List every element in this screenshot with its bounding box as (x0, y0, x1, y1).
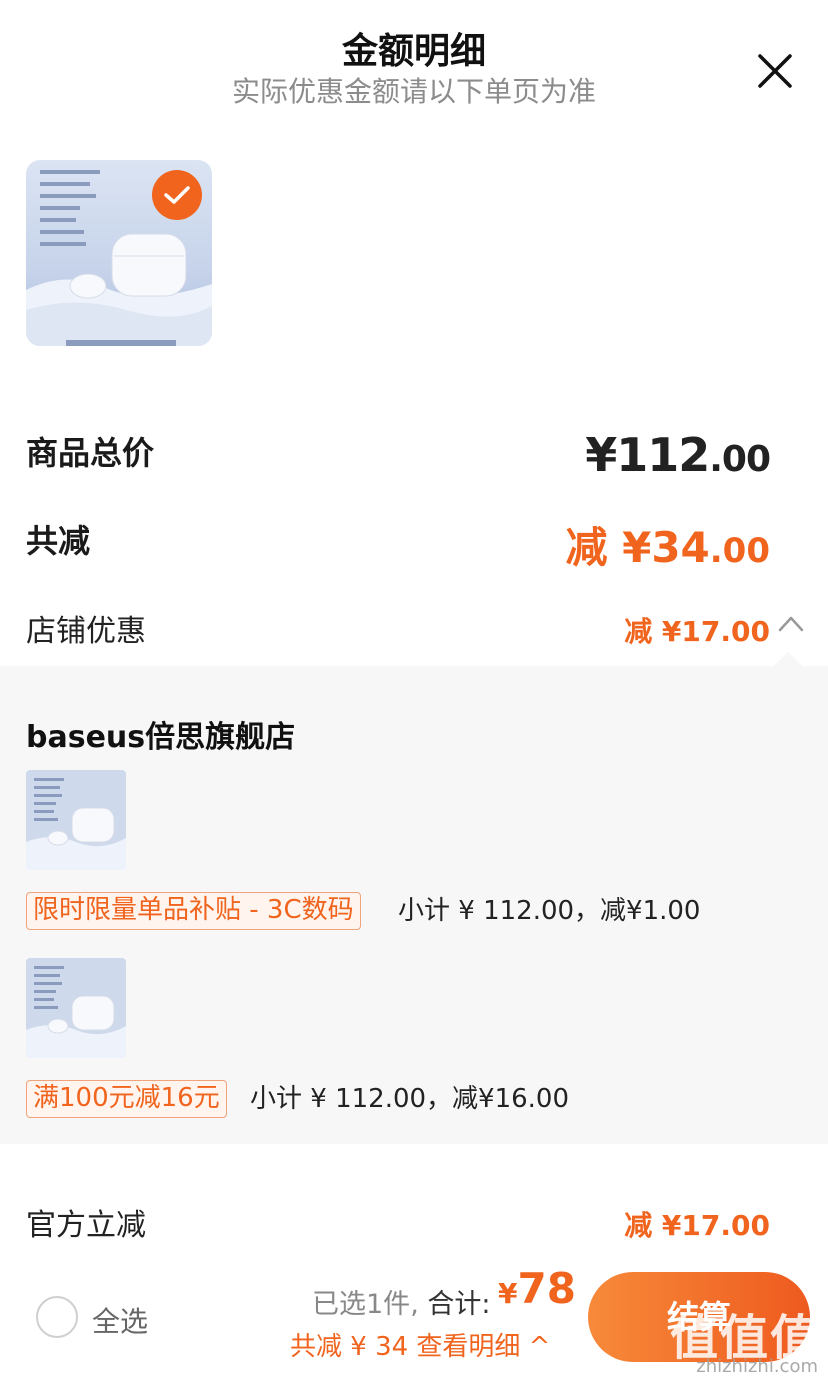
shop-discount-value[interactable]: 减 ¥17.00 (624, 610, 770, 650)
sum-currency: ¥ (498, 1277, 518, 1310)
total-price-cents: .00 (709, 439, 771, 480)
promo-product-thumb[interactable] (26, 770, 126, 870)
official-discount-value: 减 ¥17.00 (624, 1209, 770, 1242)
discount-total-value: 减 ¥34.00 (565, 514, 770, 575)
sum-amount: ¥78 (498, 1264, 576, 1313)
view-details-link[interactable]: 共减 ¥ 34 查看明细 ^ (290, 1326, 550, 1363)
promo-tag-threshold: 满100元减16元 (26, 1080, 227, 1118)
watermark-url: zhizhizhi.com (696, 1356, 818, 1377)
page-title: 金额明细 (341, 31, 486, 72)
total-price-label: 商品总价 (26, 434, 155, 472)
shop-discount-toggle[interactable] (776, 612, 806, 636)
page-subtitle: 实际优惠金额请以下单页为准 (231, 75, 596, 108)
discount-total-label: 共减 (26, 522, 91, 560)
select-all-radio[interactable] (36, 1296, 78, 1338)
select-all-label[interactable]: 全选 (92, 1300, 148, 1340)
official-discount-label: 官方立减 (26, 1208, 146, 1243)
total-word: 合计: (427, 1289, 491, 1320)
discount-total-main: 减 ¥34 (565, 523, 710, 572)
total-price-main: ¥112 (585, 428, 710, 482)
selected-check-badge[interactable] (152, 170, 202, 220)
discount-total-cents: .00 (709, 531, 770, 571)
chevron-up-icon (778, 616, 804, 632)
header: 金额明细 实际优惠金额请以下单页为准 (0, 0, 828, 120)
selected-count: 已选1件 (312, 1289, 411, 1320)
sum-number: 78 (517, 1264, 576, 1313)
close-icon (758, 54, 792, 88)
store-name[interactable]: baseus倍思旗舰店 (26, 712, 295, 756)
promo-detail-subsidy: 小计 ¥ 112.00，减¥1.00 (398, 896, 701, 926)
shop-discount-label: 店铺优惠 (26, 614, 146, 649)
close-button[interactable] (756, 52, 794, 90)
promo-detail-threshold: 小计 ¥ 112.00，减¥16.00 (250, 1084, 570, 1114)
promo-tag-subsidy: 限时限量单品补贴 - 3C数码 (26, 892, 361, 930)
check-icon (164, 186, 190, 204)
selected-summary: 已选1件, 合计: (312, 1289, 491, 1320)
promo-product-thumb[interactable] (26, 958, 126, 1058)
total-price-value: ¥112.00 (585, 428, 771, 482)
